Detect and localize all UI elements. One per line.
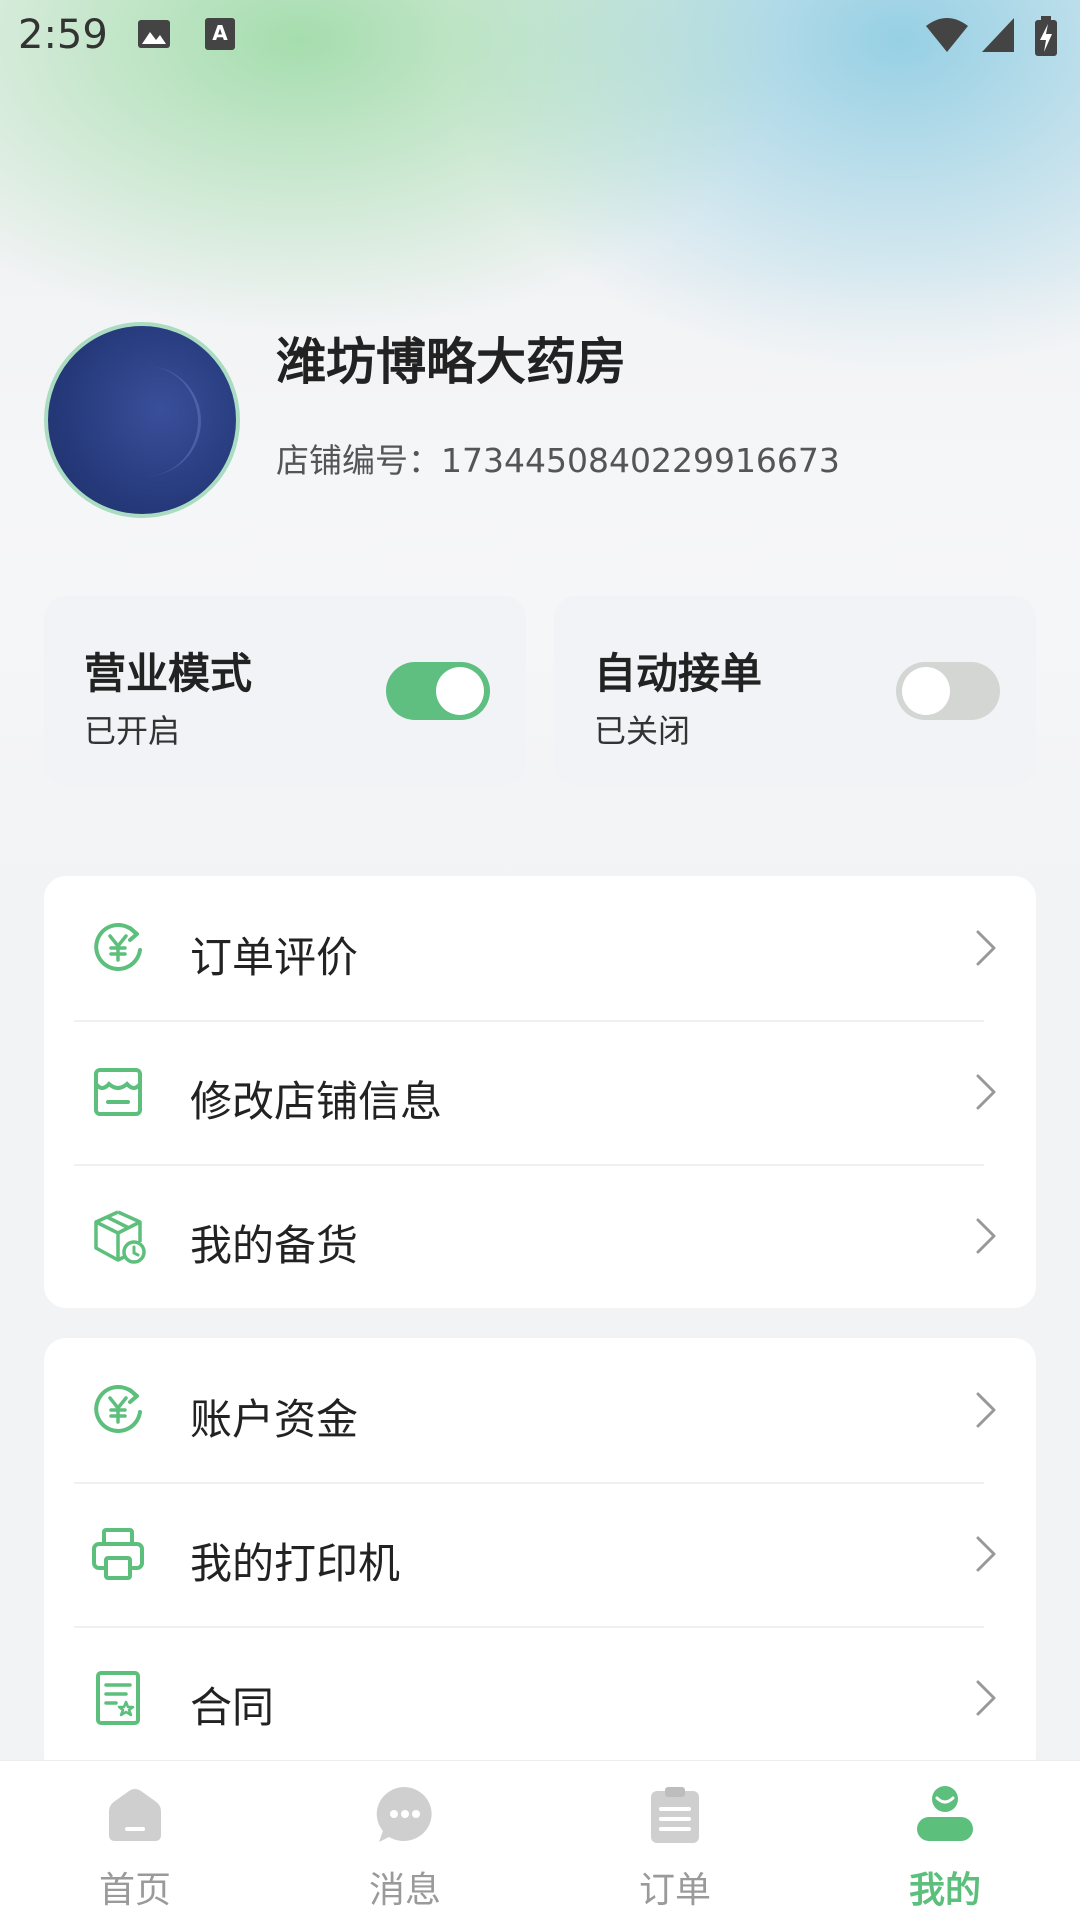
nav-tab-messages[interactable]: 消息 [270, 1761, 540, 1920]
menu-label: 我的打印机 [190, 1539, 401, 1588]
wifi-icon [926, 18, 968, 52]
chevron-right-icon [976, 1536, 996, 1572]
status-bar: 2:59 A [0, 0, 1080, 72]
auto-accept-status: 已关闭 [594, 712, 691, 750]
menu-label: 合同 [190, 1683, 275, 1732]
menu-item-account-funds[interactable]: 账户资金 [44, 1338, 1036, 1482]
printer-icon [92, 1528, 144, 1580]
store-id: 店铺编号：1734450840229916673 [276, 434, 840, 482]
clipboard-icon [651, 1787, 699, 1843]
menu-item-order-reviews[interactable]: 订单评价 [44, 876, 1036, 1020]
status-time: 2:59 [18, 12, 108, 58]
image-icon [138, 20, 170, 48]
nav-label: 首页 [98, 1870, 171, 1911]
yuan-refresh-icon [94, 1385, 142, 1433]
keyboard-a-icon: A [205, 18, 235, 50]
auto-accept-toggle[interactable] [896, 662, 1000, 720]
auto-accept-card: 自动接单 已关闭 [554, 596, 1036, 786]
nav-tab-home[interactable]: 首页 [0, 1761, 270, 1920]
menu-label: 账户资金 [190, 1395, 359, 1444]
nav-tab-mine[interactable]: 我的 [810, 1761, 1080, 1920]
auto-accept-title: 自动接单 [594, 649, 763, 698]
menu-group-store: 订单评价 修改店铺信息 我的备货 [44, 876, 1036, 1308]
menu-label: 我的备货 [190, 1221, 359, 1270]
chevron-right-icon [976, 1218, 996, 1254]
toggle-knob [902, 667, 950, 715]
menu-item-my-printer[interactable]: 我的打印机 [44, 1482, 1036, 1626]
store-id-label: 店铺编号： [276, 441, 441, 480]
menu-label: 修改店铺信息 [190, 1077, 443, 1126]
toggle-knob [436, 667, 484, 715]
business-mode-status: 已开启 [84, 712, 181, 750]
menu-item-my-stock[interactable]: 我的备货 [44, 1164, 1036, 1308]
home-icon [109, 1789, 161, 1841]
menu-item-contract[interactable]: 合同 [44, 1626, 1036, 1770]
chat-icon [376, 1786, 432, 1842]
nav-label: 消息 [368, 1870, 441, 1911]
nav-tab-orders[interactable]: 订单 [540, 1761, 810, 1920]
store-name: 潍坊博略大药房 [276, 333, 626, 391]
avatar[interactable] [44, 322, 240, 518]
battery-charging-icon [1035, 16, 1057, 56]
user-icon [917, 1786, 973, 1841]
bottom-nav: 首页 消息 订单 我的 [0, 1760, 1080, 1920]
chevron-right-icon [976, 1392, 996, 1428]
menu-item-edit-store-info[interactable]: 修改店铺信息 [44, 1020, 1036, 1164]
nav-label: 订单 [638, 1870, 711, 1911]
store-id-value: 1734450840229916673 [441, 441, 840, 480]
box-clock-icon [94, 1210, 146, 1264]
store-icon [94, 1068, 142, 1116]
menu-label: 订单评价 [190, 933, 359, 982]
signal-icon [982, 18, 1014, 52]
business-mode-toggle[interactable] [386, 662, 490, 720]
chevron-right-icon [976, 1680, 996, 1716]
svg-text:A: A [212, 21, 228, 45]
chevron-right-icon [976, 930, 996, 966]
yuan-refresh-icon [94, 923, 142, 971]
menu-group-account: 账户资金 我的打印机 合同 [44, 1338, 1036, 1778]
chevron-right-icon [976, 1074, 996, 1110]
business-mode-card: 营业模式 已开启 [44, 596, 526, 786]
contract-icon [96, 1671, 140, 1725]
nav-label: 我的 [908, 1870, 981, 1911]
business-mode-title: 营业模式 [84, 649, 253, 698]
